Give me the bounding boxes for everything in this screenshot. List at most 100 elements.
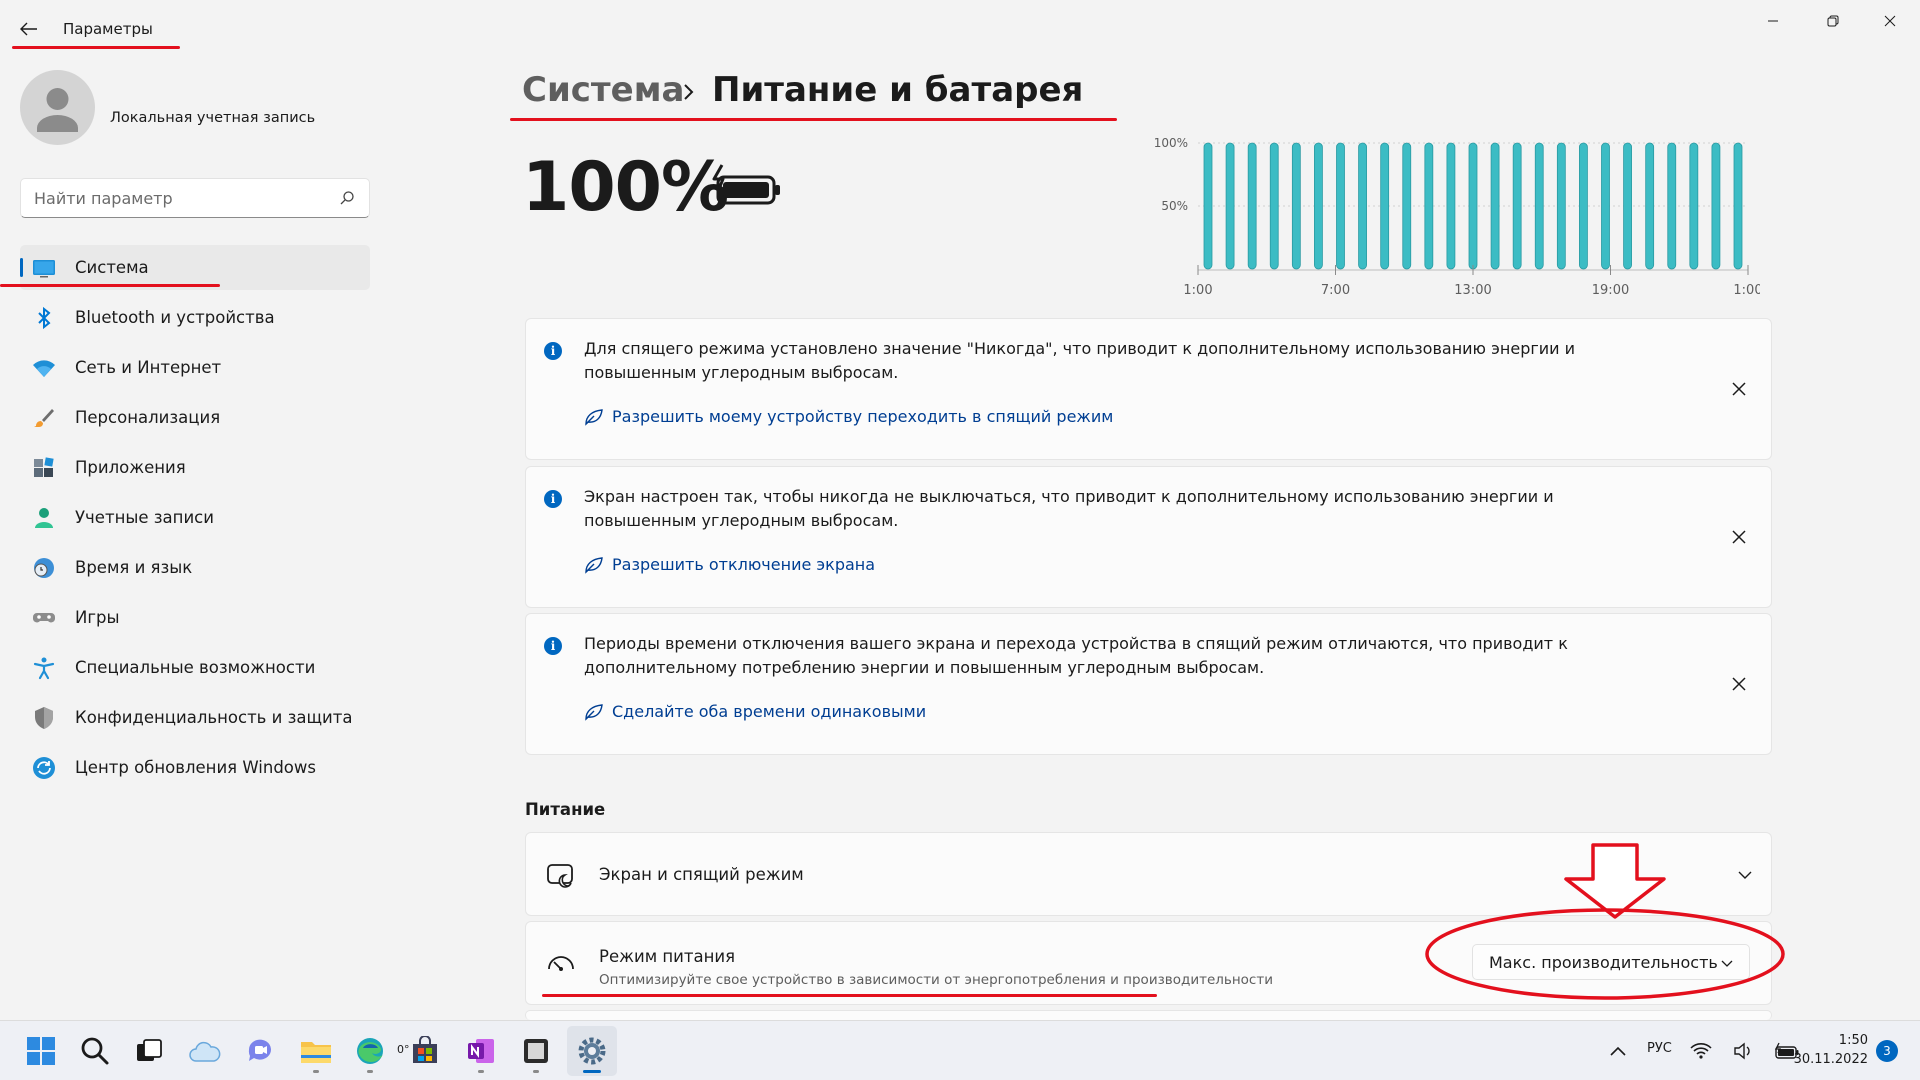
sidebar-item-apps[interactable]: Приложения bbox=[20, 445, 370, 490]
gamepad-icon bbox=[33, 613, 55, 623]
annotation-underline-breadcrumb bbox=[510, 118, 1117, 121]
active-indicator bbox=[583, 1070, 601, 1073]
sidebar-item-accounts[interactable]: Учетные записи bbox=[20, 495, 370, 540]
clock[interactable]: 1:50 30.11.2022 bbox=[1790, 1031, 1868, 1069]
task-view-button[interactable] bbox=[131, 1033, 167, 1069]
chart-bar[interactable] bbox=[1247, 142, 1257, 270]
chart-bar[interactable] bbox=[1645, 142, 1655, 270]
battery-percentage: 100% bbox=[522, 148, 729, 227]
notice-link[interactable]: Разрешить отключение экрана bbox=[584, 555, 875, 574]
notice-link-label[interactable]: Разрешить моему устройству переходить в … bbox=[612, 407, 1113, 426]
sidebar-item-time-language[interactable]: Время и язык bbox=[20, 545, 370, 590]
notice-text: Для спящего режима установлено значение … bbox=[584, 339, 1576, 382]
chart-x-tick-label: 1:00 bbox=[1733, 283, 1760, 295]
power-mode-subtitle: Оптимизируйте свое устройство в зависимо… bbox=[599, 972, 1273, 988]
clock-date: 30.11.2022 bbox=[1793, 1052, 1868, 1067]
running-indicator bbox=[478, 1070, 484, 1073]
chart-bar[interactable] bbox=[1733, 142, 1743, 270]
back-button[interactable] bbox=[14, 14, 44, 44]
notice-link[interactable]: Разрешить моему устройству переходить в … bbox=[584, 407, 1113, 426]
store-icon bbox=[413, 1036, 437, 1063]
chart-bar[interactable] bbox=[1534, 142, 1544, 270]
chart-bar[interactable] bbox=[1336, 142, 1345, 270]
notice-link-label[interactable]: Разрешить отключение экрана bbox=[612, 555, 875, 574]
input-language[interactable]: РУС bbox=[1647, 1041, 1672, 1056]
store-button[interactable] bbox=[407, 1033, 443, 1069]
update-icon bbox=[33, 757, 55, 779]
volume-icon bbox=[1734, 1042, 1750, 1060]
avatar[interactable] bbox=[20, 70, 95, 145]
chart-bar[interactable] bbox=[1556, 142, 1566, 270]
chart-bar[interactable] bbox=[1468, 142, 1478, 270]
chart-bar[interactable] bbox=[1225, 142, 1235, 270]
onenote-icon bbox=[468, 1039, 494, 1063]
minimize-button[interactable] bbox=[1745, 6, 1801, 36]
task-view-icon bbox=[137, 1039, 162, 1061]
close-window-button[interactable] bbox=[1862, 6, 1918, 36]
notification-badge[interactable]: 3 bbox=[1876, 1040, 1898, 1062]
chart-bar[interactable] bbox=[1424, 142, 1434, 270]
active-indicator bbox=[20, 258, 23, 277]
chevron-up-icon bbox=[1610, 1046, 1626, 1056]
chart-bar[interactable] bbox=[1314, 142, 1323, 270]
chart-bar[interactable] bbox=[1667, 142, 1677, 270]
settings-taskbar-button[interactable] bbox=[574, 1033, 610, 1069]
chevron-down-icon[interactable] bbox=[1737, 867, 1753, 883]
sidebar-item-label: Игры bbox=[75, 608, 120, 627]
edge-button[interactable] bbox=[352, 1033, 388, 1069]
sidebar-item-label: Система bbox=[75, 258, 149, 277]
dismiss-notice-icon[interactable] bbox=[1729, 527, 1749, 547]
sidebar-item-accessibility[interactable]: Специальные возможности bbox=[20, 645, 370, 690]
weather-cloud-icon bbox=[189, 1041, 221, 1062]
chart-bar[interactable] bbox=[1623, 142, 1632, 270]
sidebar-item-label: Центр обновления Windows bbox=[75, 758, 316, 777]
file-explorer-button[interactable] bbox=[298, 1033, 334, 1069]
tray-overflow-button[interactable] bbox=[1600, 1033, 1636, 1069]
chart-bar[interactable] bbox=[1358, 142, 1367, 270]
wifi-icon bbox=[1690, 1043, 1712, 1059]
sidebar-item-gaming[interactable]: Игры bbox=[20, 595, 370, 640]
search-input[interactable] bbox=[21, 179, 321, 217]
clock-globe-icon bbox=[34, 558, 54, 578]
chart-bar[interactable] bbox=[1402, 142, 1412, 270]
sidebar-item-network[interactable]: Сеть и Интернет bbox=[20, 345, 370, 390]
chart-bar[interactable] bbox=[1490, 142, 1500, 270]
chart-bar[interactable] bbox=[1291, 142, 1301, 270]
notice-link-label[interactable]: Сделайте оба времени одинаковыми bbox=[612, 702, 926, 721]
notice-text: Периоды времени отключения вашего экрана… bbox=[584, 634, 1568, 677]
notice-sleep-never: Для спящего режима установлено значение … bbox=[525, 318, 1772, 460]
chart-bar[interactable] bbox=[1579, 142, 1588, 270]
bluetooth-icon bbox=[38, 306, 51, 330]
chart-bar[interactable] bbox=[1269, 142, 1279, 270]
sidebar-item-personalization[interactable]: Персонализация bbox=[20, 395, 370, 440]
dismiss-notice-icon[interactable] bbox=[1729, 674, 1749, 694]
notice-times-differ: Периоды времени отключения вашего экрана… bbox=[525, 613, 1772, 755]
sidebar-item-windows-update[interactable]: Центр обновления Windows bbox=[20, 745, 370, 790]
leaf-icon bbox=[585, 703, 603, 721]
quick-settings-button[interactable] bbox=[1690, 1033, 1800, 1069]
chart-bar[interactable] bbox=[1512, 142, 1522, 270]
chart-bar[interactable] bbox=[1203, 142, 1213, 270]
chart-bar[interactable] bbox=[1446, 142, 1456, 270]
breadcrumb-root[interactable]: Система bbox=[522, 70, 684, 110]
onenote-button[interactable] bbox=[463, 1033, 499, 1069]
chart-bar[interactable] bbox=[1689, 142, 1699, 270]
power-mode-title: Режим питания bbox=[599, 947, 736, 966]
restore-button[interactable] bbox=[1805, 6, 1861, 36]
app-window-button[interactable] bbox=[518, 1033, 554, 1069]
chat-button[interactable] bbox=[242, 1033, 278, 1069]
chart-bar[interactable] bbox=[1380, 142, 1390, 270]
chart-bar[interactable] bbox=[1601, 142, 1610, 270]
chart-x-tick-label: 13:00 bbox=[1454, 283, 1491, 295]
chart-bar[interactable] bbox=[1711, 142, 1721, 270]
search-box[interactable] bbox=[20, 178, 370, 218]
leaf-icon bbox=[585, 556, 603, 574]
windows-logo-icon bbox=[27, 1037, 55, 1065]
sidebar-item-bluetooth[interactable]: Bluetooth и устройства bbox=[20, 295, 370, 340]
widgets-button[interactable]: 0° bbox=[187, 1033, 410, 1069]
sidebar-item-privacy[interactable]: Конфиденциальность и защита bbox=[20, 695, 370, 740]
dismiss-notice-icon[interactable] bbox=[1729, 379, 1749, 399]
start-button[interactable] bbox=[23, 1033, 59, 1069]
notice-link[interactable]: Сделайте оба времени одинаковыми bbox=[584, 702, 926, 721]
taskbar-search-button[interactable] bbox=[77, 1033, 113, 1069]
